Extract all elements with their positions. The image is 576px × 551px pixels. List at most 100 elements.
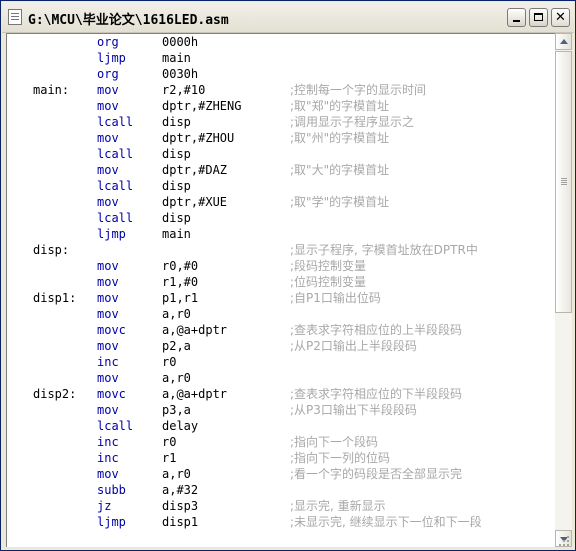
- code-mnemonic: mov: [97, 291, 119, 305]
- code-line[interactable]: disp: ;显示子程序, 字模首址放在DPTR中: [7, 242, 555, 258]
- code-operand: r1: [162, 451, 177, 465]
- code-operand: r0: [162, 435, 177, 449]
- code-mnemonic: lcall: [97, 147, 134, 161]
- code-operand: main: [162, 227, 191, 241]
- code-operand: a,r0: [162, 371, 191, 385]
- code-comment: ;指向下一个段码: [290, 435, 379, 449]
- code-comment: ;自P1口输出位码: [290, 291, 381, 305]
- code-line[interactable]: jz disp3 ;显示完, 重新显示: [7, 498, 555, 514]
- code-mnemonic: ljmp: [97, 515, 126, 529]
- code-line[interactable]: lcall disp: [7, 210, 555, 226]
- code-line[interactable]: mov dptr,#ZHOU ;取"州"的字模首址: [7, 130, 555, 146]
- code-line[interactable]: mov p3,a ;从P3口输出下半段段码: [7, 402, 555, 418]
- code-operand: p3,a: [162, 403, 191, 417]
- code-mnemonic: mov: [97, 131, 119, 145]
- code-mnemonic: inc: [97, 435, 119, 449]
- code-mnemonic: mov: [97, 307, 119, 321]
- close-button[interactable]: ✕: [551, 8, 570, 27]
- code-operand: 0030h: [162, 67, 199, 81]
- code-mnemonic: mov: [97, 467, 119, 481]
- code-mnemonic: mov: [97, 195, 119, 209]
- code-line[interactable]: org 0000h: [7, 34, 555, 50]
- code-line[interactable]: mov a,r0 ;看一个字的码段是否全部显示完: [7, 466, 555, 482]
- code-line[interactable]: mov r1,#0 ;位码控制变量: [7, 274, 555, 290]
- code-mnemonic: lcall: [97, 211, 134, 225]
- code-comment: ;看一个字的码段是否全部显示完: [290, 467, 463, 481]
- code-operand: dptr,#ZHOU: [162, 131, 235, 145]
- code-line[interactable]: movc a,@a+dptr ;查表求字符相应位的上半段段码: [7, 322, 555, 338]
- code-line[interactable]: ljmp main: [7, 50, 555, 66]
- code-mnemonic: mov: [97, 371, 119, 385]
- code-mnemonic: movc: [97, 323, 126, 337]
- scrollbar-thumb[interactable]: [555, 51, 572, 313]
- close-icon: ✕: [555, 10, 566, 25]
- code-editor[interactable]: org 0000h ljmp main org 0030h main: mov r2,#10 ;控…: [6, 33, 555, 547]
- code-line[interactable]: subb a,#32: [7, 482, 555, 498]
- code-comment: ;显示完, 重新显示: [290, 499, 386, 513]
- code-line[interactable]: ljmp disp1 ;未显示完, 继续显示下一位和下一段: [7, 514, 555, 530]
- code-comment: ;查表求字符相应位的下半段段码: [290, 387, 463, 401]
- code-operand: dptr,#XUE: [162, 195, 228, 209]
- code-line[interactable]: mov dptr,#DAZ ;取"大"的字模首址: [7, 162, 555, 178]
- code-line[interactable]: lcall disp: [7, 178, 555, 194]
- code-operand: p1,r1: [162, 291, 199, 305]
- code-line[interactable]: lcall disp: [7, 146, 555, 162]
- code-operand: a,@a+dptr: [162, 323, 228, 337]
- vertical-scrollbar[interactable]: [555, 33, 572, 547]
- code-line[interactable]: mov dptr,#XUE ;取"学"的字模首址: [7, 194, 555, 210]
- code-comment: ;未显示完, 继续显示下一位和下一段: [290, 515, 482, 529]
- code-line[interactable]: inc r0 ;指向下一个段码: [7, 434, 555, 450]
- code-line[interactable]: mov r0,#0 ;段码控制变量: [7, 258, 555, 274]
- code-mnemonic: jz: [97, 499, 112, 513]
- code-mnemonic: org: [97, 67, 119, 81]
- code-mnemonic: ljmp: [97, 51, 126, 65]
- code-mnemonic: mov: [97, 259, 119, 273]
- code-operand: 0000h: [162, 35, 199, 49]
- code-mnemonic: lcall: [97, 419, 134, 433]
- code-line[interactable]: org 0030h: [7, 66, 555, 82]
- code-operand: dptr,#ZHENG: [162, 99, 242, 113]
- code-mnemonic: mov: [97, 275, 119, 289]
- code-operand: r0,#0: [162, 259, 199, 273]
- code-label: disp2:: [33, 387, 77, 401]
- code-line[interactable]: lcall disp ;调用显示子程序显示之: [7, 114, 555, 130]
- code-line[interactable]: inc r0: [7, 354, 555, 370]
- code-mnemonic: subb: [97, 483, 126, 497]
- document-icon[interactable]: [8, 9, 22, 25]
- title-bar[interactable]: G:\MCU\毕业论文\1616LED.asm ✕: [2, 2, 574, 33]
- code-comment: ;查表求字符相应位的上半段段码: [290, 323, 463, 337]
- code-operand: a,r0: [162, 467, 191, 481]
- code-label: disp:: [33, 243, 70, 257]
- code-operand: r2,#10: [162, 83, 206, 97]
- code-line[interactable]: inc r1 ;指向下一列的位码: [7, 450, 555, 466]
- code-operand: dptr,#DAZ: [162, 163, 228, 177]
- code-line[interactable]: ljmp main: [7, 226, 555, 242]
- scroll-up-button[interactable]: [555, 33, 572, 50]
- code-operand: disp: [162, 115, 191, 129]
- code-line[interactable]: disp1: mov p1,r1 ;自P1口输出位码: [7, 290, 555, 306]
- code-line[interactable]: mov a,r0: [7, 306, 555, 322]
- maximize-button[interactable]: [529, 8, 548, 27]
- code-comment: ;指向下一列的位码: [290, 451, 391, 465]
- code-operand: p2,a: [162, 339, 191, 353]
- code-line[interactable]: disp2: movc a,@a+dptr ;查表求字符相应位的下半段段码: [7, 386, 555, 402]
- code-operand: a,r0: [162, 307, 191, 321]
- code-operand: main: [162, 51, 191, 65]
- code-operand: disp: [162, 211, 191, 225]
- code-mnemonic: inc: [97, 355, 119, 369]
- code-line[interactable]: mov dptr,#ZHENG ;取"郑"的字模首址: [7, 98, 555, 114]
- code-mnemonic: mov: [97, 339, 119, 353]
- resize-grip-icon[interactable]: [557, 534, 571, 548]
- code-operand: delay: [162, 419, 199, 433]
- minimize-button[interactable]: [507, 8, 526, 27]
- code-comment: ;取"郑"的字模首址: [290, 99, 390, 113]
- code-line[interactable]: lcall delay: [7, 418, 555, 434]
- code-mnemonic: mov: [97, 99, 119, 113]
- code-line[interactable]: mov a,r0: [7, 370, 555, 386]
- code-mnemonic: inc: [97, 451, 119, 465]
- code-line[interactable]: mov p2,a ;从P2口输出上半段段码: [7, 338, 555, 354]
- code-line[interactable]: main: mov r2,#10 ;控制每一个字的显示时间: [7, 82, 555, 98]
- code-comment: ;取"州"的字模首址: [290, 131, 390, 145]
- code-label: main:: [33, 83, 70, 97]
- code-operand: disp1: [162, 515, 199, 529]
